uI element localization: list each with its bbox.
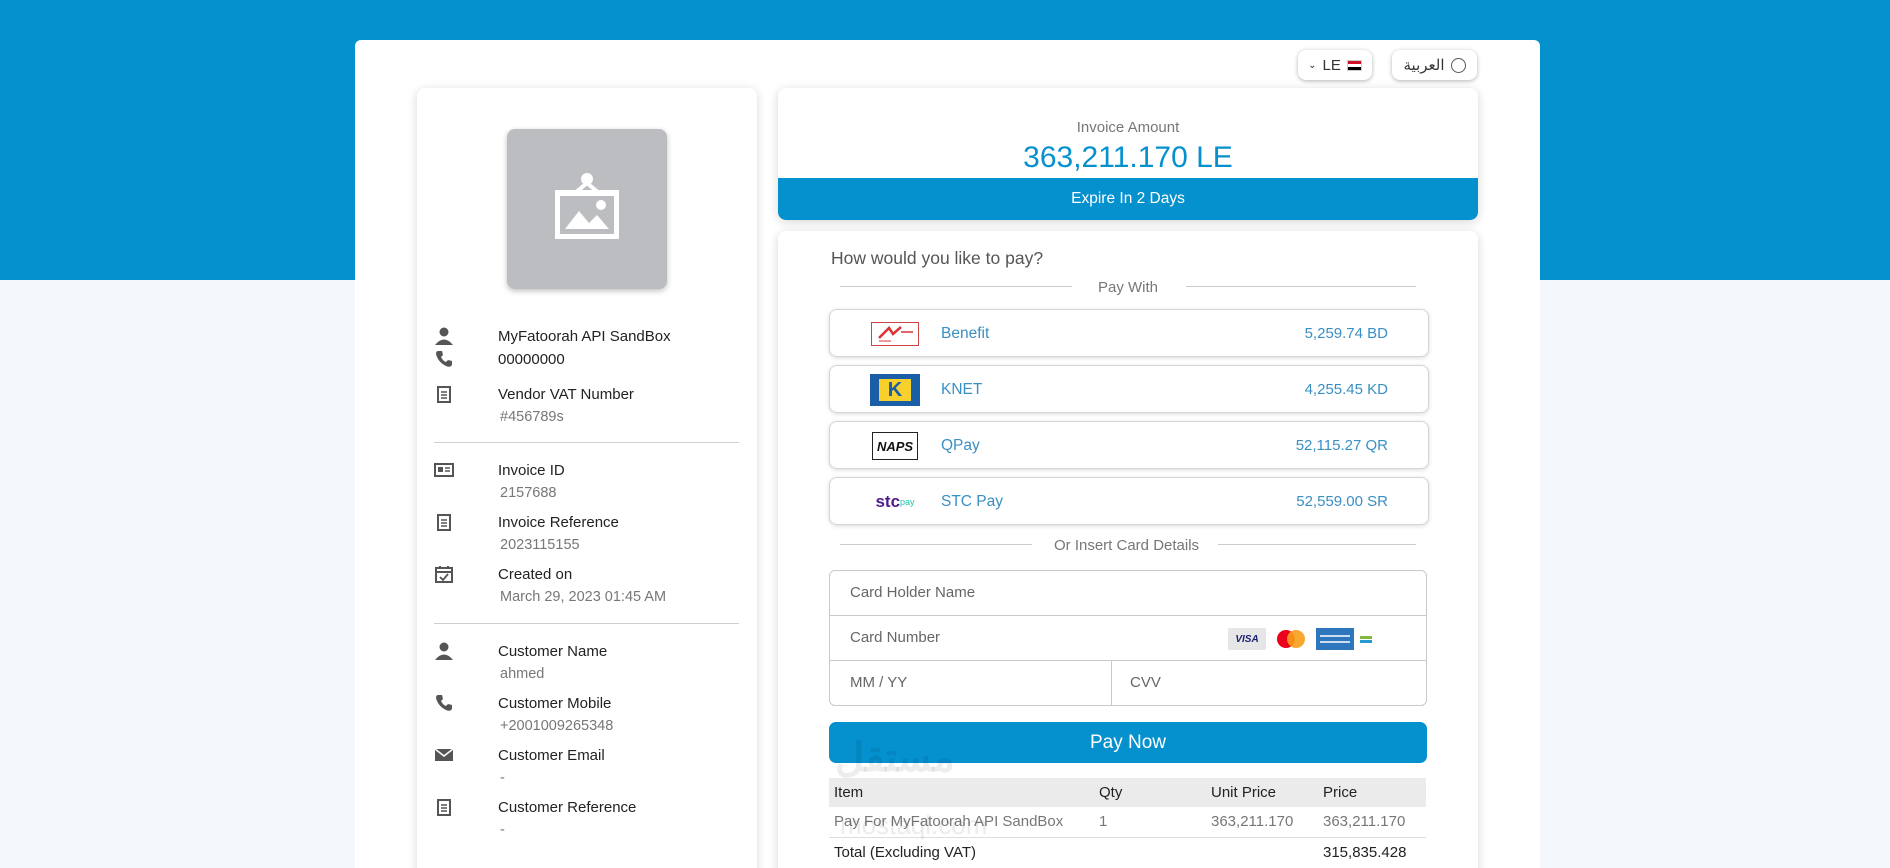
divider xyxy=(840,286,1072,287)
vendor-vat-label: Vendor VAT Number xyxy=(498,386,634,403)
vendor-info-card: MyFatoorah API SandBox 00000000 Vendor V… xyxy=(417,88,757,868)
payment-method-benefit[interactable]: Benefit 5,259.74 BD xyxy=(829,309,1429,357)
customer-ref-label: Customer Reference xyxy=(498,799,637,816)
invoice-id-value: 2157688 xyxy=(500,485,557,501)
currency-selector[interactable]: ⌄ LE xyxy=(1298,50,1372,80)
amex-icon xyxy=(1316,628,1354,650)
language-toggle-button[interactable]: العربية xyxy=(1392,50,1477,80)
method-amount: 4,255.45 KD xyxy=(1304,381,1388,398)
created-on-value: March 29, 2023 01:45 AM xyxy=(500,589,667,605)
total-label: Total (Excluding VAT) xyxy=(834,843,976,861)
user-icon xyxy=(435,327,453,345)
id-card-icon xyxy=(434,463,454,477)
customer-mobile-label: Customer Mobile xyxy=(498,695,612,712)
payment-method-qpay[interactable]: NAPS QPay 52,115.27 QR xyxy=(829,421,1429,469)
customer-mobile-value: +2001009265348 xyxy=(500,718,614,734)
method-amount: 5,259.74 BD xyxy=(1304,325,1388,342)
watermark-logo: مستقل xyxy=(835,736,955,780)
document-icon xyxy=(437,386,451,403)
stc-pay-logo-icon: stc pay xyxy=(875,492,915,511)
mastercard-icon xyxy=(1272,628,1310,650)
invoice-amount-label: Invoice Amount xyxy=(1076,119,1180,136)
knet-logo-icon: K xyxy=(870,374,920,406)
expiry-cvv-row xyxy=(830,661,1426,706)
payment-method-stc-pay[interactable]: stc pay STC Pay 52,559.00 SR xyxy=(829,477,1429,525)
vendor-phone: 00000000 xyxy=(498,351,565,368)
cvv-input[interactable] xyxy=(1130,674,1400,691)
mada-icon xyxy=(1360,628,1400,650)
watermark-text: mostaql.com xyxy=(840,810,988,840)
invoice-id-label: Invoice ID xyxy=(498,462,565,479)
language-label: العربية xyxy=(1403,57,1445,74)
benefit-logo-icon xyxy=(870,318,920,350)
column-header: Item xyxy=(829,778,1094,807)
user-icon xyxy=(435,642,453,660)
column-header: Qty xyxy=(1094,778,1206,807)
divider xyxy=(840,544,1032,545)
customer-email-value: - xyxy=(500,770,505,786)
invoice-ref-label: Invoice Reference xyxy=(498,514,619,531)
naps-logo-icon: NAPS xyxy=(870,430,920,462)
divider xyxy=(1111,661,1112,706)
method-name: QPay xyxy=(941,437,980,454)
divider xyxy=(434,442,739,443)
invoice-amount-value: 363,211.170 LE xyxy=(1023,141,1233,174)
method-amount: 52,559.00 SR xyxy=(1296,493,1388,510)
qty-cell: 1 xyxy=(1094,807,1206,838)
price-cell: 363,211.170 xyxy=(1318,807,1426,838)
vendor-name: MyFatoorah API SandBox xyxy=(498,328,671,345)
method-amount: 52,115.27 QR xyxy=(1295,437,1388,454)
customer-name-value: ahmed xyxy=(500,666,545,682)
divider xyxy=(1218,544,1416,545)
column-header: Price xyxy=(1318,778,1426,807)
card-number-input[interactable] xyxy=(850,629,1190,646)
card-holder-row xyxy=(830,571,1426,616)
chevron-down-icon: ⌄ xyxy=(1308,59,1317,71)
payment-method-knet[interactable]: K KNET 4,255.45 KD xyxy=(829,365,1429,413)
currency-label: LE xyxy=(1322,56,1341,74)
egypt-flag-icon xyxy=(1346,59,1362,71)
column-header: Unit Price xyxy=(1206,778,1318,807)
document-icon xyxy=(437,799,451,816)
method-name: KNET xyxy=(941,381,983,398)
table-header-row: Item Qty Unit Price Price xyxy=(829,778,1426,807)
card-details-form: VISA xyxy=(829,570,1427,706)
insert-card-label: Or Insert Card Details xyxy=(1054,537,1200,554)
expire-banner: Expire In 2 Days xyxy=(778,178,1478,220)
envelope-icon xyxy=(434,748,454,761)
vendor-vat-value: #456789s xyxy=(500,409,564,425)
method-name: Benefit xyxy=(941,325,990,342)
created-on-label: Created on xyxy=(498,566,573,583)
divider xyxy=(434,623,739,624)
total-row: Total (Excluding VAT) 315,835.428 xyxy=(829,837,1426,867)
payment-question: How would you like to pay? xyxy=(831,248,1044,268)
expiry-input[interactable] xyxy=(850,674,1090,691)
method-name: STC Pay xyxy=(941,493,1004,510)
pay-with-label: Pay With xyxy=(1098,279,1159,296)
customer-name-label: Customer Name xyxy=(498,643,608,660)
total-value: 315,835.428 xyxy=(1323,843,1407,861)
customer-email-label: Customer Email xyxy=(498,747,605,764)
globe-icon xyxy=(1450,57,1466,73)
calendar-check-icon xyxy=(435,566,453,583)
invoice-ref-value: 2023115155 xyxy=(500,537,580,553)
card-holder-input[interactable] xyxy=(850,584,1400,601)
unit-price-cell: 363,211.170 xyxy=(1206,807,1318,838)
image-placeholder-icon xyxy=(555,173,619,239)
phone-icon xyxy=(436,351,452,367)
invoice-amount-card: Invoice Amount 363,211.170 LE Expire In … xyxy=(778,88,1478,220)
document-icon xyxy=(437,514,451,531)
customer-ref-value: - xyxy=(500,822,505,838)
divider xyxy=(1186,286,1416,287)
vendor-logo-placeholder xyxy=(507,129,667,289)
phone-icon xyxy=(436,695,452,711)
visa-icon: VISA xyxy=(1228,628,1266,650)
